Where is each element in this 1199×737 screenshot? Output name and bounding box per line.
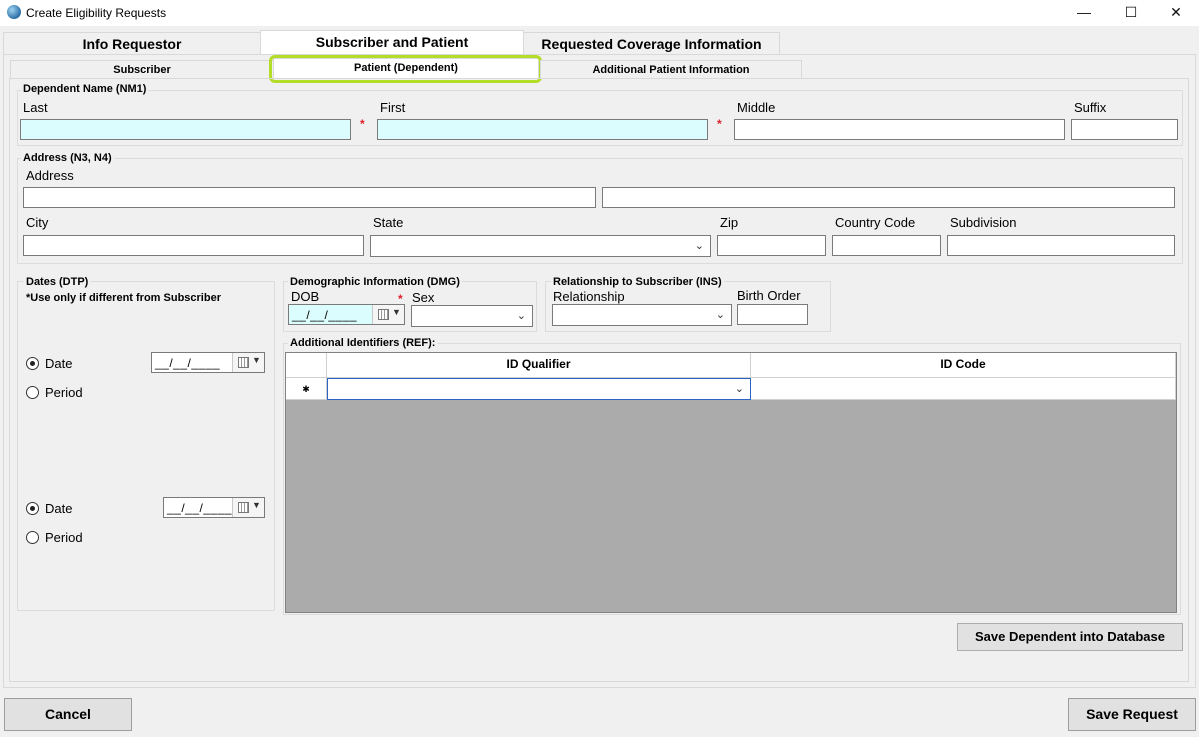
sex-label: Sex <box>412 290 435 305</box>
state-label: State <box>373 215 404 230</box>
identifiers-title: Additional Identifiers (REF): <box>288 337 438 349</box>
close-button[interactable]: ✕ <box>1153 0 1199 26</box>
calendar-button[interactable]: ▼ <box>232 498 264 517</box>
dates-note: *Use only if different from Subscriber <box>26 292 221 304</box>
middle-name-label: Middle <box>737 100 776 115</box>
app-globe-icon <box>7 5 21 19</box>
calendar-icon <box>378 309 389 320</box>
date2-date-label: Date <box>45 501 73 516</box>
date2-period-radio[interactable] <box>26 531 39 544</box>
minimize-button[interactable]: — <box>1061 0 1107 26</box>
dob-required-mark: * <box>398 292 403 306</box>
chevron-down-icon: ⌄ <box>694 240 704 252</box>
subtab-subscriber[interactable]: Subscriber <box>10 60 274 79</box>
tab-requested-coverage[interactable]: Requested Coverage Information <box>523 32 780 54</box>
chevron-down-icon: ⌄ <box>734 383 744 395</box>
address-label: Address <box>26 168 74 183</box>
relationship-title: Relationship to Subscriber (INS) <box>551 276 724 288</box>
middle-name-field[interactable] <box>734 119 1065 140</box>
calendar-icon <box>238 357 249 368</box>
sex-select[interactable]: ⌄ <box>411 305 533 327</box>
dependent-name-title: Dependent Name (NM1) <box>21 83 149 95</box>
identifiers-grid: ID Qualifier ID Code ✱ ⌄ <box>285 352 1177 613</box>
calendar-icon <box>238 502 249 513</box>
first-name-label: First <box>380 100 406 115</box>
subdivision-label: Subdivision <box>950 215 1017 230</box>
chevron-down-icon: ⌄ <box>715 309 725 321</box>
calendar-button[interactable]: ▼ <box>232 353 264 372</box>
suffix-label: Suffix <box>1074 100 1107 115</box>
date2-picker[interactable]: __/__/____ ▼ <box>163 497 265 518</box>
state-select[interactable]: ⌄ <box>370 235 711 257</box>
country-code-label: Country Code <box>835 215 916 230</box>
cancel-button[interactable]: Cancel <box>4 698 132 731</box>
last-name-label: Last <box>23 100 48 115</box>
row-header-corner <box>286 353 327 378</box>
calendar-button[interactable]: ▼ <box>372 305 404 324</box>
date1-period-radio[interactable] <box>26 386 39 399</box>
date2-value: __/__/____ <box>167 501 233 515</box>
first-name-field[interactable] <box>377 119 708 140</box>
first-name-required-mark: * <box>717 117 722 131</box>
dates-title: Dates (DTP) <box>24 276 91 288</box>
id-code-cell[interactable] <box>751 378 1176 400</box>
subdivision-field[interactable] <box>947 235 1175 256</box>
id-qualifier-select[interactable]: ⌄ <box>327 378 751 400</box>
date2-date-radio[interactable] <box>26 502 39 515</box>
address-line1-field[interactable] <box>23 187 596 208</box>
last-name-field[interactable] <box>20 119 351 140</box>
date1-value: __/__/____ <box>155 356 221 370</box>
date2-period-label: Period <box>45 530 83 545</box>
dob-value: __/__/____ <box>292 308 358 322</box>
demographic-title: Demographic Information (DMG) <box>288 276 462 288</box>
address-title: Address (N3, N4) <box>21 152 114 164</box>
zip-label: Zip <box>720 215 739 230</box>
date1-date-radio[interactable] <box>26 357 39 370</box>
birth-order-label: Birth Order <box>737 288 801 303</box>
zip-field[interactable] <box>717 235 826 256</box>
relationship-select[interactable]: ⌄ <box>552 304 732 326</box>
date1-date-label: Date <box>45 356 73 371</box>
dob-label: DOB <box>291 289 320 304</box>
tab-info-requestor[interactable]: Info Requestor <box>3 32 261 54</box>
suffix-field[interactable] <box>1071 119 1178 140</box>
save-dependent-button[interactable]: Save Dependent into Database <box>957 623 1183 651</box>
relationship-label: Relationship <box>553 289 625 304</box>
chevron-down-icon: ⌄ <box>516 310 526 322</box>
window-title: Create Eligibility Requests <box>26 6 167 20</box>
dropdown-arrow-icon: ▼ <box>252 355 261 365</box>
city-label: City <box>26 215 49 230</box>
tab-subscriber-and-patient[interactable]: Subscriber and Patient <box>260 30 524 55</box>
id-code-header[interactable]: ID Code <box>751 353 1176 378</box>
dob-picker[interactable]: __/__/____ ▼ <box>288 304 405 325</box>
id-qualifier-header[interactable]: ID Qualifier <box>327 353 751 378</box>
dates-group <box>17 281 275 611</box>
save-request-button[interactable]: Save Request <box>1068 698 1196 731</box>
city-field[interactable] <box>23 235 364 256</box>
address-line2-field[interactable] <box>602 187 1175 208</box>
title-bar: Create Eligibility Requests — ☐ ✕ <box>0 0 1199 26</box>
birth-order-field[interactable] <box>737 304 808 325</box>
maximize-button[interactable]: ☐ <box>1108 0 1154 26</box>
dropdown-arrow-icon: ▼ <box>252 500 261 510</box>
date1-picker[interactable]: __/__/____ ▼ <box>151 352 265 373</box>
subtab-additional-patient-info[interactable]: Additional Patient Information <box>540 60 802 79</box>
date1-period-label: Period <box>45 385 83 400</box>
new-row-marker: ✱ <box>286 378 327 400</box>
dropdown-arrow-icon: ▼ <box>392 307 401 317</box>
last-name-required-mark: * <box>360 117 365 131</box>
country-code-field[interactable] <box>832 235 941 256</box>
